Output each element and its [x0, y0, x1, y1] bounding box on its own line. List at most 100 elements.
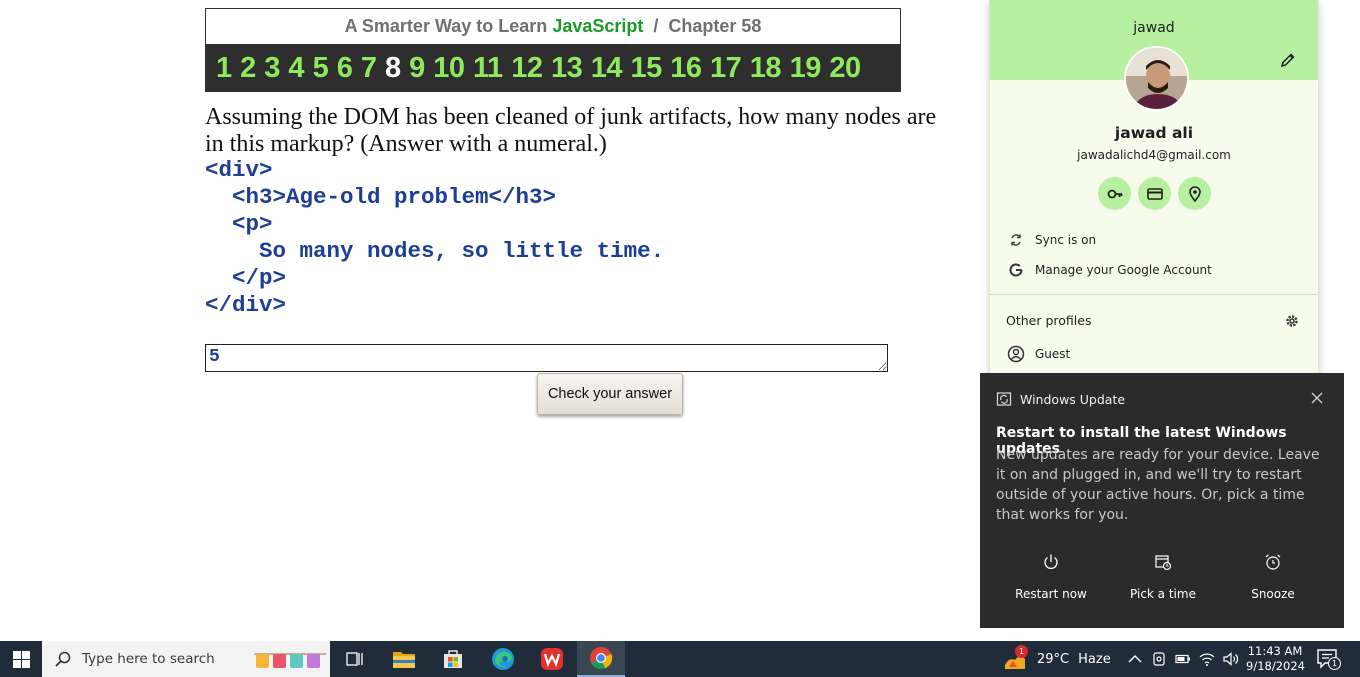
location-pin-icon — [1188, 185, 1201, 202]
chrome-icon — [590, 647, 613, 670]
search-icon — [55, 651, 71, 667]
code-line: So many nodes, so little time. — [205, 238, 665, 264]
title-prefix: A Smarter Way to Learn — [344, 16, 553, 36]
notification-count: 1 — [1328, 657, 1341, 670]
chapter-link[interactable]: 8 — [385, 52, 401, 85]
notification-center-button[interactable]: 1 — [1316, 647, 1341, 671]
chapter-link[interactable]: 1 — [216, 52, 232, 85]
manage-google-account-row[interactable]: Manage your Google Account — [990, 256, 1318, 284]
guest-avatar-icon — [1007, 345, 1025, 363]
toast-app-name: Windows Update — [1020, 391, 1126, 407]
chapter-link[interactable]: 10 — [433, 52, 465, 85]
passwords-button[interactable] — [1098, 177, 1131, 210]
code-sample: <div> <h3>Age-old problem</h3> <p> So ma… — [205, 157, 664, 319]
chapter-link[interactable]: 2 — [240, 52, 256, 85]
code-line: </p> — [205, 265, 287, 291]
chapter-link[interactable]: 6 — [337, 52, 353, 85]
code-line: <div> — [205, 157, 273, 183]
profile-name: jawad — [1133, 20, 1175, 36]
edge-icon — [492, 648, 514, 670]
profile-full-name: jawad ali — [1114, 124, 1194, 142]
chapter-link[interactable]: 5 — [313, 52, 329, 85]
chapter-link[interactable]: 16 — [670, 52, 702, 85]
avatar — [1124, 46, 1189, 111]
meet-now-icon[interactable] — [1151, 651, 1167, 667]
chevron-up-icon[interactable] — [1127, 651, 1143, 667]
microsoft-store-button[interactable] — [429, 641, 477, 677]
restart-now-label: Restart now — [1015, 587, 1087, 601]
alarm-clock-icon — [1265, 554, 1281, 570]
chapter-link[interactable]: 13 — [551, 52, 583, 85]
task-view-icon — [346, 652, 363, 666]
pick-a-time-label: Pick a time — [1130, 587, 1196, 601]
chapter-link[interactable]: 4 — [288, 52, 304, 85]
taskbar: Type here to search 1 29°C Haze 11:43 AM… — [0, 641, 1360, 677]
question-text: Assuming the DOM has been cleaned of jun… — [205, 104, 995, 158]
temperature: 29°C — [1037, 651, 1070, 667]
task-view-button[interactable] — [330, 641, 378, 677]
search-highlight-icon — [254, 653, 326, 668]
windows-logo-icon — [12, 650, 30, 668]
wps-office-button[interactable] — [528, 641, 576, 677]
payment-methods-button[interactable] — [1138, 177, 1171, 210]
file-explorer-button[interactable] — [380, 641, 428, 677]
snooze-button[interactable]: Snooze — [1218, 553, 1328, 601]
pick-a-time-button[interactable]: Pick a time — [1108, 553, 1218, 601]
chrome-profile-menu: jawad jawad ali jawadalichd4@gmail.com S… — [989, 0, 1319, 380]
google-icon — [1009, 263, 1023, 277]
start-button[interactable] — [0, 641, 42, 677]
chapter-link[interactable]: 19 — [790, 52, 822, 85]
other-profiles-heading: Other profiles — [1006, 313, 1092, 328]
pencil-icon[interactable] — [1280, 52, 1296, 68]
page-title: A Smarter Way to Learn JavaScript / Chap… — [206, 9, 900, 44]
code-line: </div> — [205, 292, 287, 318]
clock-date: 9/18/2024 — [1246, 659, 1305, 673]
sync-status-row[interactable]: Sync is on — [990, 226, 1318, 254]
search-placeholder: Type here to search — [82, 651, 215, 667]
chapter-link[interactable]: 11 — [473, 52, 503, 85]
answer-input[interactable] — [205, 344, 888, 372]
chapter-link[interactable]: 20 — [829, 52, 861, 85]
chapter-link[interactable]: 18 — [750, 52, 782, 85]
chapter-link[interactable]: 3 — [264, 52, 280, 85]
wifi-icon[interactable] — [1199, 651, 1215, 667]
code-line: <p> — [205, 211, 273, 237]
lesson-header: A Smarter Way to Learn JavaScript / Chap… — [205, 8, 901, 92]
chapter-nav: 1 2 3 4 5 6 7 8 9 10 11 12 13 14 15 16 17 18 19 20 — [206, 44, 900, 92]
gear-icon[interactable] — [1284, 313, 1300, 329]
chapter-link[interactable]: 17 — [710, 52, 742, 85]
guest-label: Guest — [1035, 347, 1071, 361]
microsoft-store-icon — [444, 650, 462, 668]
weather-badge: 1 — [1015, 645, 1028, 658]
weather-condition: Haze — [1078, 651, 1111, 667]
credit-card-icon — [1146, 187, 1163, 200]
title-javascript: JavaScript — [552, 16, 644, 36]
battery-icon[interactable] — [1175, 651, 1191, 667]
restart-now-button[interactable]: Restart now — [996, 553, 1106, 601]
toast-body: New updates are ready for your device. L… — [996, 447, 1320, 523]
chapter-link[interactable]: 12 — [511, 52, 543, 85]
close-icon[interactable] — [1310, 391, 1324, 405]
chapter-link[interactable]: 15 — [631, 52, 663, 85]
taskbar-search-box[interactable]: Type here to search — [42, 641, 330, 677]
chapter-link[interactable]: 7 — [361, 52, 377, 85]
check-answer-button[interactable]: Check your answer — [537, 373, 683, 415]
power-icon — [1044, 554, 1058, 569]
windows-update-toast: Windows Update Restart to install the la… — [980, 373, 1344, 628]
chapter-link[interactable]: 9 — [409, 52, 425, 85]
manage-account-label: Manage your Google Account — [1035, 263, 1212, 277]
question-line-1: Assuming the DOM has been cleaned of jun… — [205, 104, 937, 130]
system-clock[interactable]: 11:43 AM 9/18/2024 — [1246, 644, 1305, 674]
weather-widget[interactable]: 1 29°C Haze — [1003, 641, 1111, 677]
clock-time: 11:43 AM — [1247, 644, 1303, 658]
snooze-label: Snooze — [1251, 587, 1295, 601]
addresses-button[interactable] — [1178, 177, 1211, 210]
speaker-icon[interactable] — [1223, 651, 1239, 667]
chrome-button[interactable] — [577, 641, 625, 677]
title-chapter: / Chapter 58 — [643, 16, 762, 36]
wps-office-icon — [541, 648, 563, 670]
guest-profile-row[interactable]: Guest — [990, 340, 1318, 368]
chapter-link[interactable]: 14 — [591, 52, 623, 85]
edge-button[interactable] — [479, 641, 527, 677]
profile-email: jawadalichd4@gmail.com — [1077, 148, 1231, 162]
